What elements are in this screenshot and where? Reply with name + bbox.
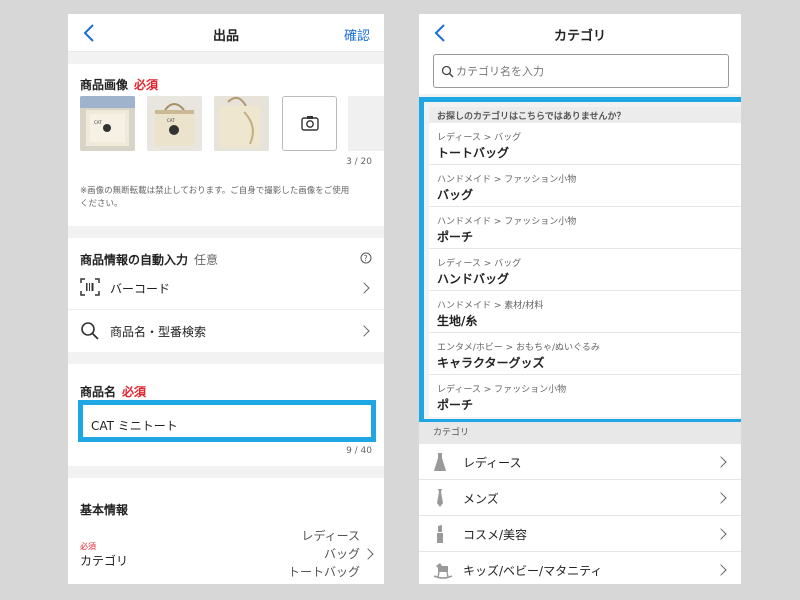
divider [68, 52, 384, 64]
barcode-icon [80, 278, 100, 296]
chevron-right-icon [715, 528, 727, 540]
suggestion-item[interactable]: ハンドメイド > 素材/材料 生地/糸 [429, 291, 741, 333]
category-item-kids[interactable]: キッズ/ベビー/マタニティ [419, 552, 741, 584]
suggestion-path: ハンドメイド > ファッション小物 [437, 217, 577, 227]
search-icon [81, 322, 99, 340]
basic-info-label: 基本情報 [80, 503, 129, 517]
chevron-right-icon [358, 282, 370, 294]
suggestion-item[interactable]: ハンドメイド > ファッション小物 バッグ [429, 165, 741, 207]
help-icon[interactable]: ? [360, 252, 372, 264]
category-path-1: レディース [301, 529, 360, 543]
suggestion-name: ポーチ [437, 230, 474, 244]
product-name-value: CAT ミニトート [91, 419, 178, 433]
dress-icon [434, 453, 446, 471]
suggestion-path: レディース > ファッション小物 [437, 385, 567, 395]
category-header: カテゴリ [419, 14, 741, 52]
suggestion-path: レディース > バッグ [437, 133, 522, 143]
category-search-input[interactable] [456, 62, 716, 80]
suggestion-item[interactable]: レディース > バッグ トートバッグ [429, 123, 741, 165]
required-badge: 必須 [122, 385, 147, 399]
suggestion-name: 生地/糸 [437, 314, 478, 328]
product-image-3[interactable] [214, 96, 269, 151]
divider [68, 226, 384, 238]
suggestion-name: ポーチ [437, 398, 474, 412]
divider [68, 352, 384, 364]
suggestion-name: キャラクターグッズ [437, 356, 545, 370]
category-screen: カテゴリ お探しのカテゴリはこちらではありませんか？ レディース > バッグ ト… [419, 14, 741, 584]
necktie-icon [437, 489, 443, 507]
suggestion-item[interactable]: レディース > ファッション小物 ポーチ [429, 375, 741, 417]
autofill-section-label: 商品情報の自動入力 任意 [80, 253, 219, 267]
image-counter: 3 / 20 [346, 157, 372, 167]
suggestion-path: ハンドメイド > ファッション小物 [437, 175, 577, 185]
category-label: レディース [463, 456, 522, 470]
suggestion-path: レディース > バッグ [437, 259, 522, 269]
lipstick-icon [437, 525, 443, 543]
suggestions-panel: お探しのカテゴリはこちらではありませんか？ レディース > バッグ トートバッグ… [419, 97, 741, 424]
confirm-button[interactable]: 確認 [344, 25, 370, 44]
listing-header: 出品 確認 [68, 14, 384, 52]
add-photo-button[interactable] [282, 96, 337, 151]
optional-badge: 任意 [194, 253, 219, 267]
name-counter: 9 / 40 [346, 446, 372, 456]
product-image-1[interactable]: CAT [80, 96, 135, 151]
barcode-label: バーコード [110, 282, 171, 296]
camera-icon [301, 116, 319, 131]
suggestion-name: バッグ [437, 188, 474, 202]
divider [68, 466, 384, 478]
category-item-cosmetics[interactable]: コスメ/美容 [419, 516, 741, 552]
svg-text:CAT: CAT [167, 118, 175, 123]
category-path-2: バッグ [323, 547, 360, 561]
name-search-label: 商品名・型番検索 [110, 325, 207, 339]
category-label: カテゴリ [80, 554, 129, 568]
image-slot-placeholder [348, 96, 384, 151]
chevron-right-icon [362, 548, 374, 560]
chevron-right-icon [715, 492, 727, 504]
suggestion-name: トートバッグ [437, 146, 510, 160]
category-search[interactable] [433, 54, 729, 88]
category-label: キッズ/ベビー/マタニティ [463, 564, 603, 578]
suggestion-item[interactable]: ハンドメイド > ファッション小物 ポーチ [429, 207, 741, 249]
suggestion-item[interactable]: エンタメ/ホビー > おもちゃ/ぬいぐるみ キャラクターグッズ [429, 333, 741, 375]
page-title: 出品 [212, 29, 239, 44]
required-badge: 必須 [80, 542, 96, 551]
category-label: メンズ [463, 492, 499, 506]
category-item-mens[interactable]: メンズ [419, 480, 741, 516]
categories-title: カテゴリ [419, 422, 741, 444]
images-section-label: 商品画像 必須 [80, 78, 159, 92]
category-path-3: トートバッグ [287, 565, 360, 579]
image-note: ※画像の無断転載は禁止しております。ご自身で撮影した画像をご使用ください。 [80, 186, 350, 209]
svg-text:?: ? [364, 254, 368, 263]
page-title: カテゴリ [553, 29, 606, 44]
required-badge: 必須 [134, 78, 159, 92]
name-search-row[interactable]: 商品名・型番検索 [68, 309, 384, 351]
suggestion-path: ハンドメイド > 素材/材料 [437, 301, 544, 311]
suggestions-title: お探しのカテゴリはこちらではありませんか？ [429, 107, 741, 123]
product-image-2[interactable]: CAT [147, 96, 202, 151]
product-name-input[interactable]: CAT ミニトート [78, 400, 376, 442]
suggestion-name: ハンドバッグ [437, 272, 510, 286]
chevron-right-icon [358, 325, 370, 337]
chevron-right-icon [715, 564, 727, 576]
svg-text:CAT: CAT [94, 120, 102, 125]
category-label: コスメ/美容 [463, 528, 528, 542]
chevron-right-icon [715, 456, 727, 468]
search-icon [441, 65, 454, 78]
listing-screen: 出品 確認 商品画像 必須 CAT CAT 3 / 20 ※画像の無断転載は禁止し… [68, 14, 384, 584]
suggestion-path: エンタメ/ホビー > おもちゃ/ぬいぐるみ [437, 343, 600, 353]
barcode-row[interactable]: バーコード [68, 267, 384, 309]
rocking-horse-icon [433, 563, 453, 579]
category-item-ladies[interactable]: レディース [419, 444, 741, 480]
name-section-label: 商品名 必須 [80, 385, 147, 399]
suggestion-item[interactable]: レディース > バッグ ハンドバッグ [429, 249, 741, 291]
